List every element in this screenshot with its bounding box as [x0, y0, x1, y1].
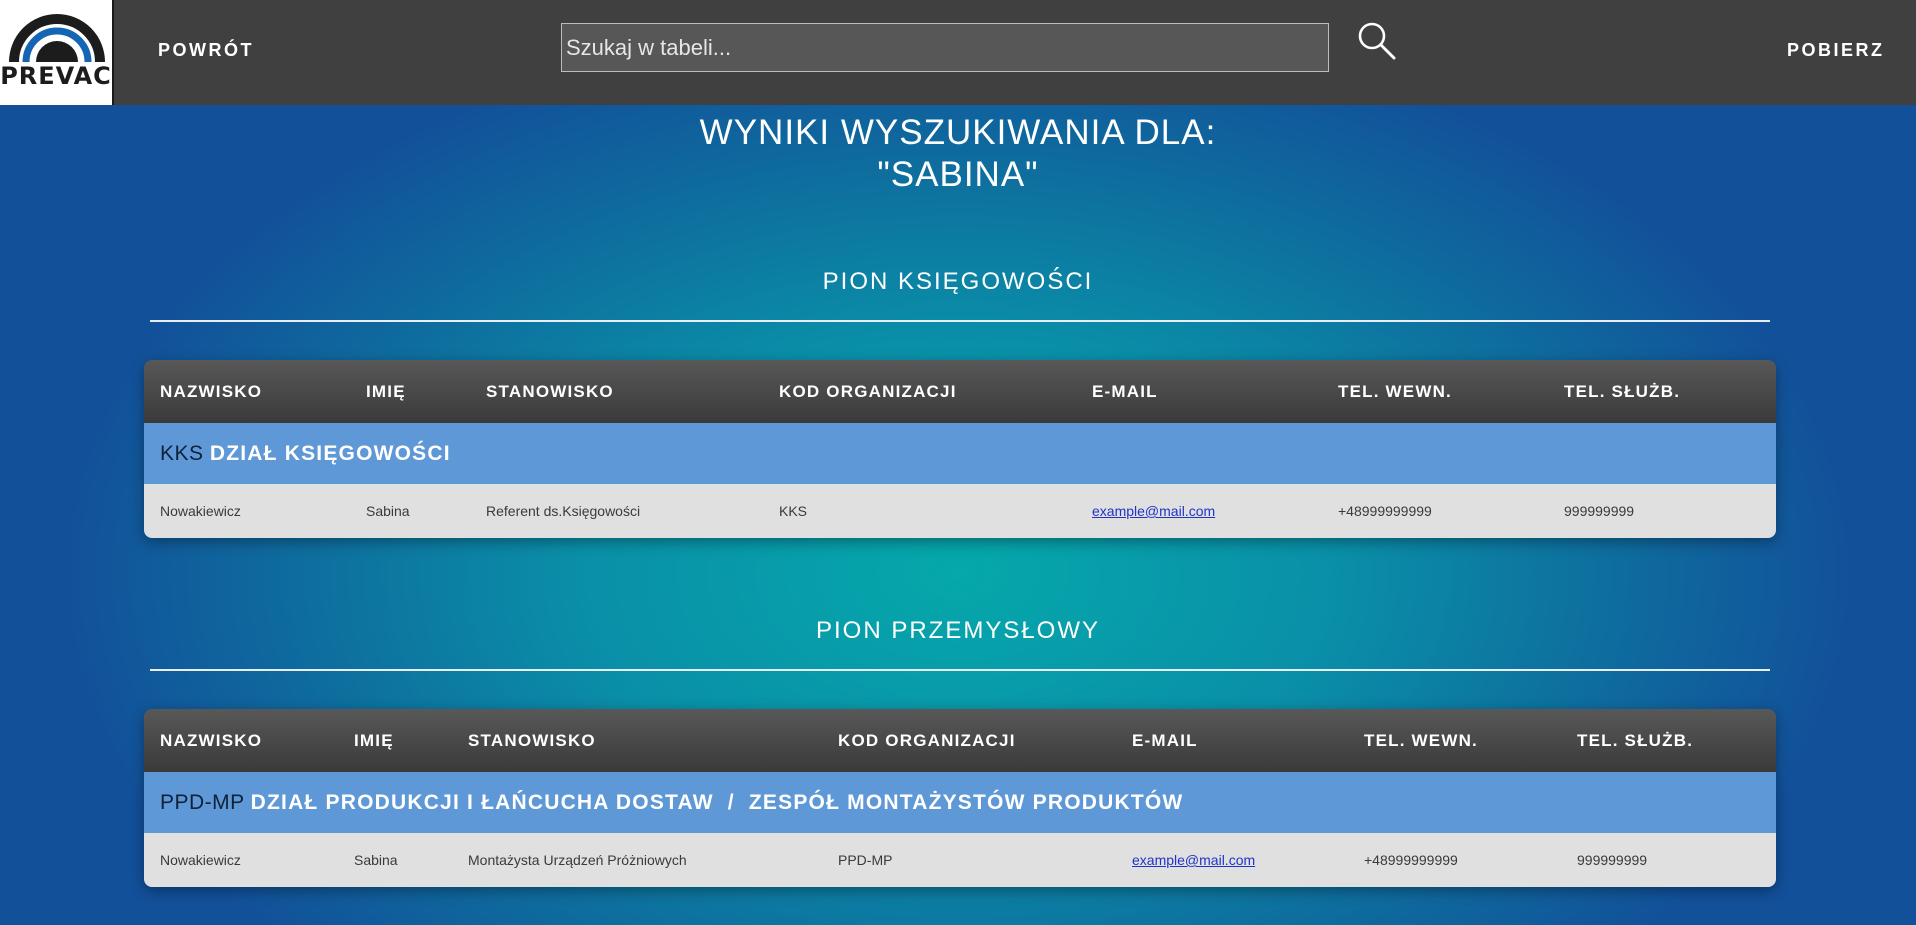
column-header-surname[interactable]: NAZWISKO [160, 709, 262, 772]
search-icon [1358, 22, 1396, 60]
column-header-org-code[interactable]: KOD ORGANIZACJI [779, 360, 957, 423]
table-header: NAZWISKO IMIĘ STANOWISKO KOD ORGANIZACJI… [144, 360, 1776, 423]
department-name: DZIAŁ KSIĘGOWOŚCI [209, 442, 451, 465]
table-search-input[interactable] [561, 23, 1329, 72]
cell-work-phone: 999999999 [1564, 503, 1635, 519]
top-navigation-bar: PREVAC POWRÓT POBIERZ [0, 0, 1916, 105]
department-code: PPD-MP [160, 791, 245, 814]
cell-work-phone: 999999999 [1577, 852, 1648, 868]
section-title: PION PRZEMYSŁOWY [815, 617, 1101, 644]
cell-first-name: Sabina [366, 503, 410, 519]
cell-email: example@mail.com [1132, 833, 1255, 887]
department-code: KKS [160, 442, 204, 465]
table-row[interactable]: Nowakiewicz Sabina Montażysta Urządzeń P… [144, 833, 1776, 887]
download-link[interactable]: POBIERZ [1787, 40, 1885, 61]
email-link[interactable]: example@mail.com [1092, 503, 1215, 519]
cell-first-name: Sabina [354, 852, 398, 868]
table-header: NAZWISKO IMIĘ STANOWISKO KOD ORGANIZACJI… [144, 709, 1776, 772]
results-table: NAZWISKO IMIĘ STANOWISKO KOD ORGANIZACJI… [144, 709, 1776, 887]
department-group-row: KKS DZIAŁ KSIĘGOWOŚCI [144, 423, 1776, 484]
results-query: "SABINA" [877, 155, 1039, 194]
section-divider [150, 320, 1770, 322]
column-header-position[interactable]: STANOWISKO [468, 709, 596, 772]
column-header-work-phone[interactable]: TEL. SŁUŻB. [1564, 360, 1680, 423]
cell-internal-phone: +48999999999 [1364, 852, 1458, 868]
search-results-heading: WYNIKI WYSZUKIWANIA DLA: "SABINA" [0, 112, 1916, 196]
results-title-line: WYNIKI WYSZUKIWANIA DLA: [699, 113, 1217, 152]
section-title: PION KSIĘGOWOŚCI [822, 268, 1094, 295]
logo-text: PREVAC [0, 62, 112, 90]
cell-surname: Nowakiewicz [160, 503, 241, 519]
column-header-org-code[interactable]: KOD ORGANIZACJI [838, 709, 1016, 772]
column-header-surname[interactable]: NAZWISKO [160, 360, 262, 423]
cell-internal-phone: +48999999999 [1338, 503, 1432, 519]
department-name: DZIAŁ PRODUKCJI I ŁAŃCUCHA DOSTAW / ZESP… [250, 791, 1184, 814]
cell-position: Referent ds.Księgowości [486, 503, 641, 519]
logo-arc-icon [9, 14, 105, 63]
column-header-email[interactable]: E-MAIL [1092, 360, 1158, 423]
results-table: NAZWISKO IMIĘ STANOWISKO KOD ORGANIZACJI… [144, 360, 1776, 538]
table-row[interactable]: Nowakiewicz Sabina Referent ds.Księgowoś… [144, 484, 1776, 538]
column-header-first-name[interactable]: IMIĘ [354, 709, 394, 772]
column-header-internal-phone[interactable]: TEL. WEWN. [1364, 709, 1478, 772]
search-button[interactable] [1356, 20, 1398, 62]
cell-position: Montażysta Urządzeń Próżniowych [468, 852, 687, 868]
cell-email: example@mail.com [1092, 484, 1215, 538]
cell-surname: Nowakiewicz [160, 852, 241, 868]
column-header-email[interactable]: E-MAIL [1132, 709, 1198, 772]
column-header-internal-phone[interactable]: TEL. WEWN. [1338, 360, 1452, 423]
prevac-logo[interactable]: PREVAC [0, 0, 114, 105]
cell-org-code: KKS [779, 503, 808, 519]
section-divider [150, 669, 1770, 671]
column-header-first-name[interactable]: IMIĘ [366, 360, 406, 423]
email-link[interactable]: example@mail.com [1132, 852, 1255, 868]
column-header-work-phone[interactable]: TEL. SŁUŻB. [1577, 709, 1693, 772]
back-link[interactable]: POWRÓT [158, 40, 254, 61]
department-group-row: PPD-MP DZIAŁ PRODUKCJI I ŁAŃCUCHA DOSTAW… [144, 772, 1776, 833]
cell-org-code: PPD-MP [838, 852, 893, 868]
column-header-position[interactable]: STANOWISKO [486, 360, 614, 423]
